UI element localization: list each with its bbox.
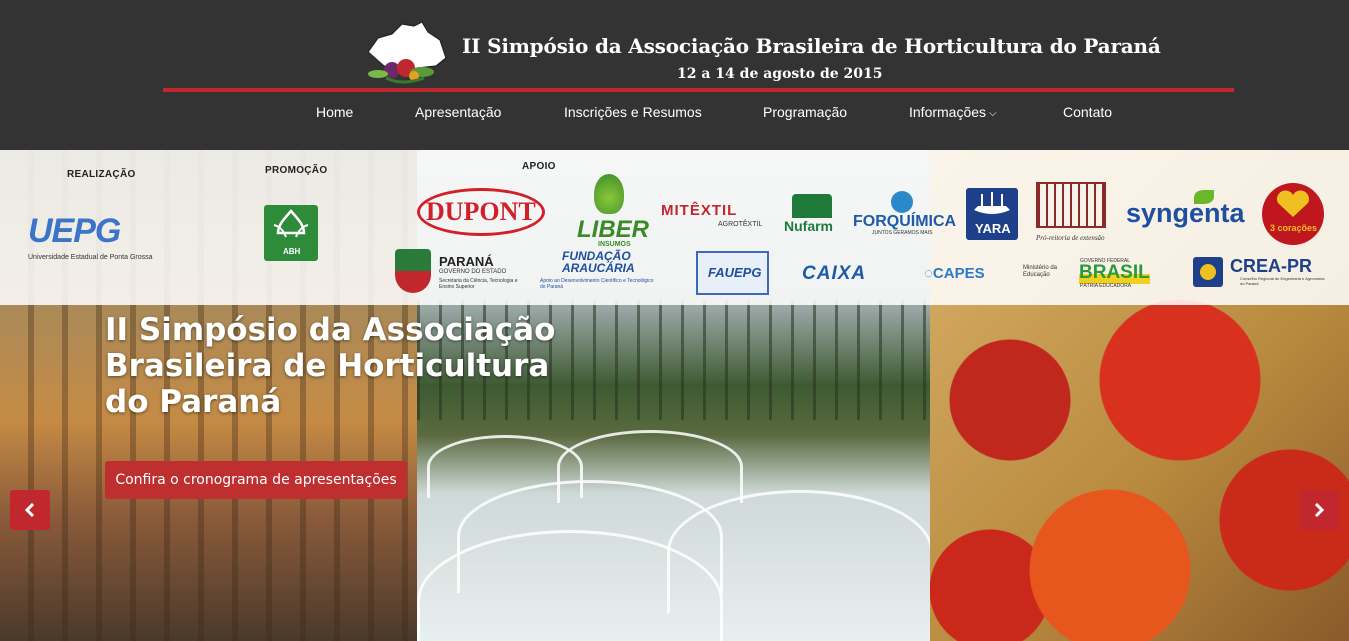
nufarm-logo[interactable]: Nufarm — [784, 218, 833, 234]
liber-drop-icon — [594, 174, 624, 214]
nav-item-programacao[interactable]: Programação — [763, 104, 847, 120]
syngenta-logo[interactable]: syngenta — [1126, 198, 1245, 229]
abh-logo[interactable]: ABH — [264, 205, 318, 261]
realizacao-label: REALIZAÇÃO — [67, 169, 136, 180]
hero-carousel: REALIZAÇÃO PROMOÇÃO APOIO UEPG Universid… — [0, 150, 1349, 641]
capes-name: CAPES — [932, 265, 985, 282]
yara-name: YARA — [975, 221, 1011, 236]
mitextil-caption: AGROTÊXTIL — [718, 221, 763, 228]
header-divider — [163, 88, 1234, 92]
cronograma-button[interactable]: Confira o cronograma de apresentações — [105, 461, 407, 499]
nav-item-informacoes-label: Informações — [909, 104, 987, 120]
yara-logo[interactable]: YARA — [966, 188, 1018, 240]
liber-caption: INSUMOS — [598, 241, 631, 248]
site-title: II Simpósio da Associação Brasileira de … — [462, 34, 1161, 58]
nav-item-informacoes[interactable]: Informações ⌵ — [909, 104, 997, 120]
3coracoes-logo[interactable]: 3 corações — [1262, 183, 1324, 245]
chevron-right-icon — [1314, 503, 1325, 517]
crea-pr-logo[interactable]: CREA-PR — [1230, 256, 1312, 277]
abh-caption: ABH — [283, 247, 301, 256]
uepg-caption: Universidade Estadual de Ponta Grossa — [28, 254, 153, 261]
liber-logo[interactable]: LIBER — [577, 216, 649, 244]
fundacao-araucaria-caption: Apoio ao Desenvolvimento Científico e Te… — [540, 278, 654, 290]
capes-eye-icon: ◌ — [924, 265, 933, 282]
chevron-left-icon — [24, 503, 35, 517]
nav-item-contato[interactable]: Contato — [1063, 104, 1112, 120]
nufarm-mark-icon — [792, 194, 832, 218]
brasil-motto: PÁTRIA EDUCADORA — [1080, 283, 1132, 289]
fauepg-name: FAUEPG — [708, 265, 762, 280]
nav-item-apresentacao[interactable]: Apresentação — [415, 104, 501, 120]
dupont-logo[interactable]: DUPONT — [417, 188, 545, 236]
3coracoes-name: 3 corações — [1270, 223, 1318, 233]
brasil-logo[interactable]: BRASIL — [1079, 262, 1150, 284]
carousel-prev-button[interactable] — [10, 490, 50, 530]
nav-item-inscricoes[interactable]: Inscrições e Resumos — [564, 104, 702, 120]
brand[interactable]: II Simpósio da Associação Brasileira de … — [362, 18, 1162, 86]
hero-title: II Simpósio da Associação Brasileira de … — [105, 312, 556, 420]
nav-item-home[interactable]: Home — [316, 104, 353, 120]
forquimica-logo[interactable]: FORQUÍMICA — [853, 213, 956, 231]
capes-logo[interactable]: ◌CAPES — [924, 265, 985, 282]
site-date: 12 a 14 de agosto de 2015 — [677, 66, 883, 82]
fauepg-logo[interactable]: FAUEPG — [696, 251, 769, 295]
mec-caption: Ministério da Educação — [1023, 265, 1058, 278]
forquimica-globe-icon — [891, 191, 913, 213]
crea-pr-caption: Conselho Regional de Engenharia e Agrono… — [1240, 276, 1325, 286]
viking-ship-icon — [974, 192, 1010, 214]
caixa-logo[interactable]: CAIXA — [802, 263, 866, 285]
syngenta-leaf-icon — [1194, 190, 1214, 204]
crea-seal-icon — [1193, 257, 1223, 287]
dupont-name: DUPONT — [426, 197, 536, 226]
parana-logo[interactable]: PARANÁ — [439, 254, 494, 269]
seti-caption: Secretaria da Ciência, Tecnologia e Ensi… — [439, 278, 518, 290]
mitextil-logo[interactable]: MITÊXTIL — [661, 202, 737, 219]
parana-coat-of-arms-icon — [395, 249, 431, 293]
carousel-next-button[interactable] — [1299, 490, 1339, 530]
uepg-logo[interactable]: UEPG — [28, 212, 121, 251]
fundacao-araucaria-logo[interactable]: FUNDAÇÃO ARAUCÁRIA — [562, 250, 642, 274]
sponsors-banner: REALIZAÇÃO PROMOÇÃO APOIO UEPG Universid… — [0, 150, 1349, 305]
apoio-label: APOIO — [522, 161, 556, 172]
parana-caption: GOVERNO DO ESTADO — [439, 269, 507, 275]
site-header: II Simpósio da Associação Brasileira de … — [0, 0, 1349, 150]
parana-map-logo — [367, 21, 447, 84]
chevron-down-icon: ⌵ — [989, 108, 997, 119]
forquimica-caption: JUNTOS GERAMOS MAIS — [872, 230, 933, 236]
proex-caption: Pró-reitoria de extensão — [1036, 234, 1105, 242]
promocao-label: PROMOÇÃO — [265, 165, 328, 176]
proex-building-icon[interactable] — [1036, 182, 1106, 228]
leaf-icon — [273, 209, 309, 238]
hearts-icon — [1277, 190, 1309, 217]
main-nav: Home Apresentação Inscrições e Resumos P… — [0, 104, 1349, 124]
